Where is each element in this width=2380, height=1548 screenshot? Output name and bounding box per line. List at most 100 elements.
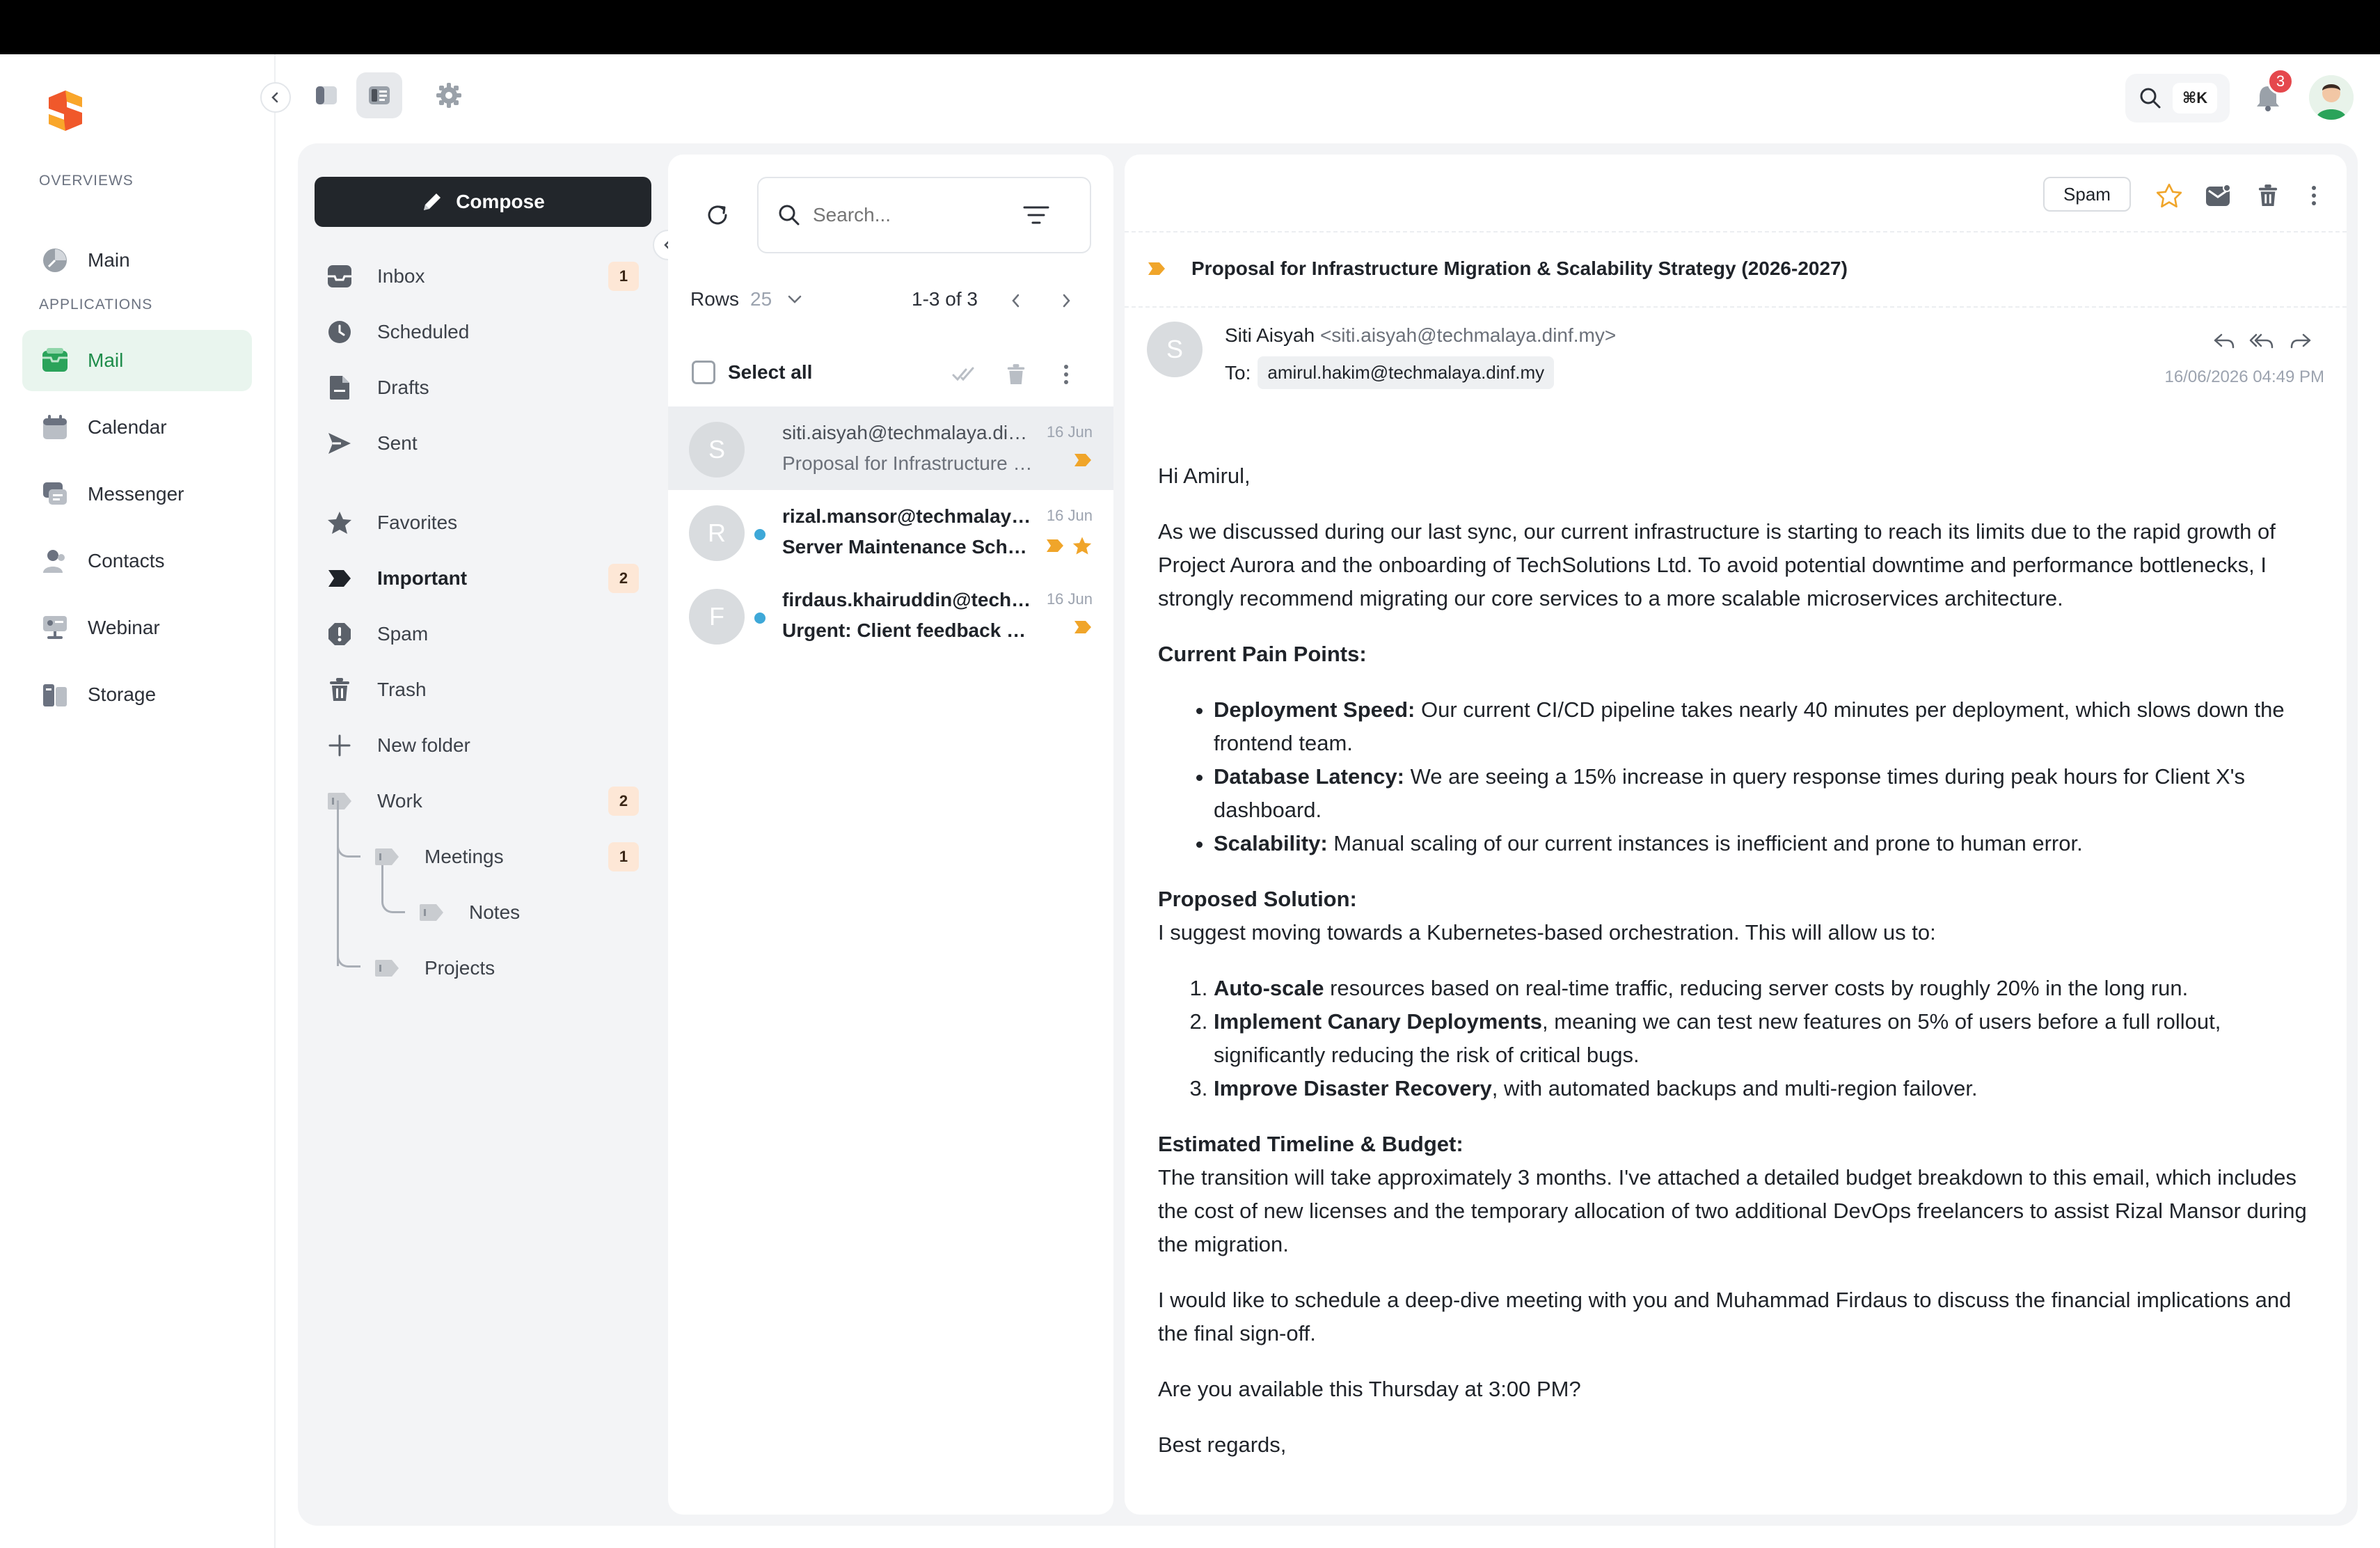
mark-read-button[interactable] bbox=[951, 361, 978, 388]
folder-inbox[interactable]: Inbox 1 bbox=[326, 255, 639, 298]
tree-connector bbox=[337, 800, 360, 858]
folder-favorites[interactable]: Favorites bbox=[326, 501, 639, 544]
important-tag-icon[interactable] bbox=[1073, 452, 1093, 468]
email-heading: Current Pain Points: bbox=[1158, 642, 1367, 666]
label-tag-icon bbox=[373, 954, 401, 982]
mail-search-input[interactable] bbox=[813, 204, 1015, 226]
refresh-button[interactable] bbox=[701, 199, 733, 231]
folder-label: Scheduled bbox=[377, 321, 470, 342]
folder-drafts[interactable]: Drafts bbox=[326, 366, 639, 409]
tree-connector bbox=[337, 905, 360, 968]
pencil-icon bbox=[421, 191, 443, 213]
folder-label: Meetings bbox=[425, 846, 504, 867]
folder-label: Trash bbox=[377, 679, 427, 700]
folder-meetings[interactable]: Meetings 1 bbox=[373, 835, 639, 878]
folder-label: Favorites bbox=[377, 512, 458, 533]
star-filled-icon[interactable] bbox=[1072, 536, 1093, 555]
message-more-button[interactable] bbox=[2298, 180, 2330, 212]
folder-scheduled[interactable]: Scheduled bbox=[326, 310, 639, 354]
nav-item-label: Messenger bbox=[88, 483, 184, 505]
inbox-icon bbox=[326, 262, 354, 290]
nav-item-contacts[interactable]: Contacts bbox=[22, 530, 252, 592]
search-icon bbox=[2140, 88, 2161, 109]
email-paragraph: I would like to schedule a deep-dive mee… bbox=[1158, 1288, 2292, 1345]
email-timestamp: 16/06/2026 04:49 PM bbox=[2164, 368, 2324, 386]
folder-projects[interactable]: Projects bbox=[373, 947, 639, 990]
select-all-checkbox[interactable]: Select all bbox=[692, 361, 812, 384]
nav-item-label: Webinar bbox=[88, 617, 160, 638]
clock-icon bbox=[326, 318, 354, 346]
layout-split-button[interactable] bbox=[356, 72, 402, 118]
prev-page-button[interactable] bbox=[1003, 288, 1029, 313]
reply-button[interactable] bbox=[2210, 327, 2238, 355]
rows-per-page-select[interactable]: Rows 25 bbox=[690, 288, 802, 310]
pagination-range: 1-3 of 3 bbox=[912, 288, 978, 310]
nav-item-main[interactable]: Main bbox=[22, 230, 252, 291]
dashboard-icon bbox=[40, 246, 70, 275]
new-folder-button[interactable]: New folder bbox=[326, 724, 639, 767]
message-row[interactable]: F firdaus.khairuddin@techmalaya.dinf.my … bbox=[668, 574, 1113, 657]
sender-email: <siti.aisyah@techmalaya.dinf.my> bbox=[1319, 324, 1617, 346]
delete-selected-button[interactable] bbox=[1002, 361, 1030, 388]
storage-icon bbox=[40, 680, 70, 709]
spam-button[interactable]: Spam bbox=[2043, 177, 2131, 212]
more-vertical-icon bbox=[1064, 365, 1068, 384]
app-logo-icon[interactable] bbox=[47, 89, 84, 132]
file-icon bbox=[326, 374, 354, 402]
settings-button[interactable] bbox=[426, 72, 472, 118]
folder-spam[interactable]: Spam bbox=[326, 613, 639, 656]
folder-important[interactable]: Important 2 bbox=[326, 557, 639, 600]
next-page-button[interactable] bbox=[1054, 288, 1079, 313]
folder-trash[interactable]: Trash bbox=[326, 668, 639, 711]
message-subject: Urgent: Client feedback on dashboard bbox=[782, 619, 1033, 641]
nav-item-webinar[interactable]: Webinar bbox=[22, 597, 252, 658]
nav-item-storage[interactable]: Storage bbox=[22, 664, 252, 725]
label-tag-icon bbox=[418, 899, 445, 926]
user-avatar[interactable] bbox=[2309, 75, 2354, 120]
collapse-sidebar-button[interactable] bbox=[260, 82, 291, 113]
reply-all-button[interactable] bbox=[2248, 327, 2276, 355]
gear-icon bbox=[436, 83, 461, 108]
trash-icon bbox=[1007, 364, 1025, 384]
message-row[interactable]: R rizal.mansor@techmalaya.dinf.my Server… bbox=[668, 490, 1113, 574]
more-vertical-icon bbox=[2312, 186, 2316, 205]
select-all-label: Select all bbox=[728, 361, 813, 383]
nav-item-calendar[interactable]: Calendar bbox=[22, 397, 252, 458]
mail-search-box[interactable] bbox=[757, 177, 1091, 253]
trash-icon bbox=[2258, 184, 2278, 206]
nav-item-messenger[interactable]: Messenger bbox=[22, 464, 252, 525]
more-options-button[interactable] bbox=[1052, 361, 1080, 388]
mark-unread-button[interactable] bbox=[2202, 180, 2234, 212]
checkbox[interactable] bbox=[692, 361, 715, 384]
divider bbox=[1125, 306, 2347, 308]
forward-button[interactable] bbox=[2287, 327, 2315, 355]
recipient-chip[interactable]: amirul.hakim@techmalaya.dinf.my bbox=[1258, 356, 1555, 389]
rows-label: Rows bbox=[690, 288, 740, 310]
send-icon bbox=[326, 429, 354, 457]
layout-single-button[interactable] bbox=[303, 72, 349, 118]
folder-notes[interactable]: Notes bbox=[418, 891, 639, 934]
folder-sent[interactable]: Sent bbox=[326, 422, 639, 465]
sender-avatar: S bbox=[1147, 322, 1203, 377]
message-row[interactable]: S siti.aisyah@techmalaya.dinf.my Proposa… bbox=[668, 406, 1113, 490]
important-tag-icon[interactable] bbox=[1045, 538, 1065, 553]
chat-icon bbox=[40, 480, 70, 509]
filter-icon[interactable] bbox=[1023, 205, 1049, 226]
alert-octagon-icon bbox=[326, 620, 354, 648]
nav-item-label: Storage bbox=[88, 684, 157, 705]
sender-avatar: F bbox=[689, 589, 745, 645]
star-button[interactable] bbox=[2153, 180, 2185, 212]
compose-button[interactable]: Compose bbox=[315, 177, 651, 227]
trash-icon bbox=[326, 676, 354, 704]
folder-label: Drafts bbox=[377, 377, 429, 398]
to-label: To: bbox=[1225, 361, 1251, 384]
delete-message-button[interactable] bbox=[2252, 180, 2284, 212]
folder-label: Important bbox=[377, 567, 468, 589]
message-from: rizal.mansor@techmalaya.dinf.my bbox=[782, 505, 1033, 527]
nav-item-mail[interactable]: Mail bbox=[22, 330, 252, 391]
search-icon bbox=[779, 205, 800, 226]
important-tag-icon[interactable] bbox=[1073, 619, 1093, 635]
global-search-button[interactable]: ⌘K bbox=[2125, 74, 2230, 123]
folder-work[interactable]: Work 2 bbox=[326, 780, 639, 823]
email-greeting: Hi Amirul, bbox=[1158, 464, 1251, 488]
